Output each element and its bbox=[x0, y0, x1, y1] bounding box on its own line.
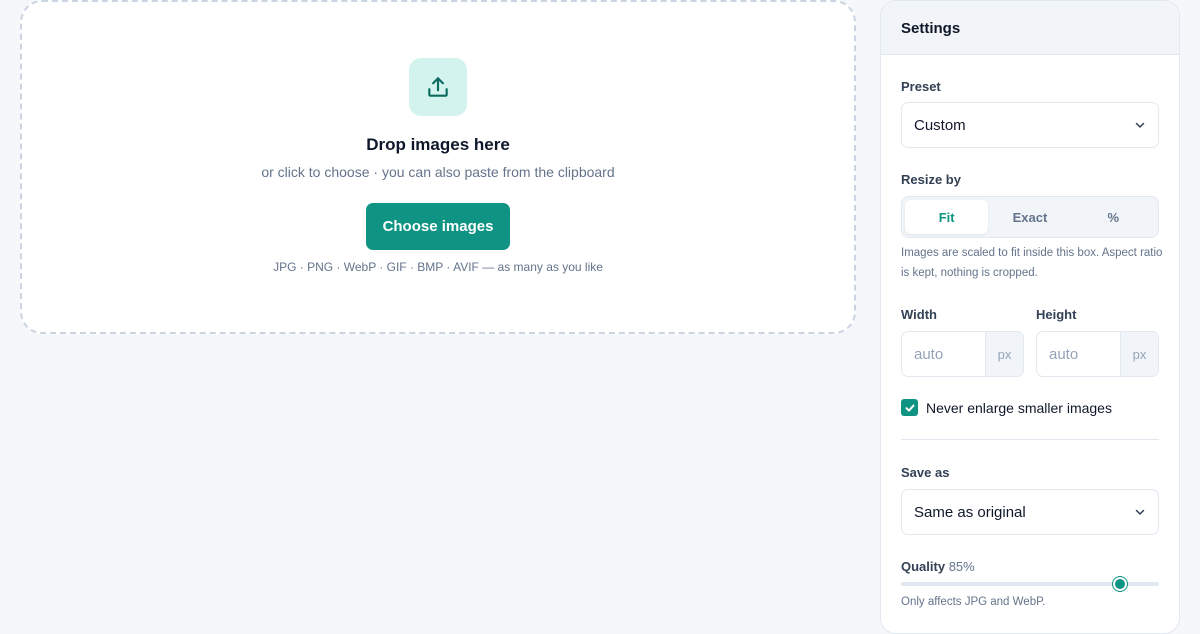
choose-images-button[interactable]: Choose images bbox=[366, 203, 510, 250]
chevron-down-icon bbox=[1134, 506, 1146, 518]
dropzone-title: Drop images here bbox=[366, 135, 510, 154]
checkmark-icon bbox=[905, 404, 914, 412]
never-enlarge-label: Never enlarge smaller images bbox=[926, 399, 1112, 416]
height-input[interactable] bbox=[1037, 332, 1120, 376]
supported-formats: JPG · PNG · WebP · GIF · BMP · AVIF — as… bbox=[273, 260, 603, 274]
settings-panel: Settings Preset Custom Resize by Fit Exa… bbox=[880, 0, 1180, 634]
never-enlarge-checkbox[interactable] bbox=[901, 399, 918, 416]
width-unit: px bbox=[985, 332, 1023, 376]
resize-mode-exact[interactable]: Exact bbox=[988, 200, 1071, 234]
preset-value: Custom bbox=[914, 116, 966, 134]
resize-by-label: Resize by bbox=[901, 172, 961, 187]
divider bbox=[901, 439, 1159, 440]
quality-help-text: Only affects JPG and WebP. bbox=[901, 596, 1046, 608]
resize-mode-fit[interactable]: Fit bbox=[905, 200, 989, 234]
chevron-down-icon bbox=[1134, 119, 1146, 131]
quality-slider-thumb[interactable] bbox=[1113, 577, 1128, 591]
quality-label-text: Quality bbox=[901, 559, 946, 574]
quality-slider-fill bbox=[901, 582, 1121, 586]
image-dropzone[interactable]: Drop images here or click to choose · yo… bbox=[20, 0, 856, 334]
dropzone-subtitle: or click to choose · you can also paste … bbox=[261, 164, 615, 180]
width-label: Width bbox=[901, 307, 937, 322]
save-as-label: Save as bbox=[901, 465, 950, 480]
resize-help-text: Images are scaled to fit inside this box… bbox=[901, 247, 1163, 279]
preset-select[interactable]: Custom bbox=[901, 102, 1159, 148]
width-input[interactable] bbox=[902, 332, 985, 376]
quality-label: Quality 85% bbox=[901, 559, 975, 574]
quality-value: 85% bbox=[948, 559, 975, 574]
settings-title: Settings bbox=[881, 1, 1179, 55]
preset-label: Preset bbox=[901, 79, 941, 94]
save-as-select[interactable]: Same as original bbox=[901, 489, 1159, 535]
height-field: px bbox=[1036, 331, 1159, 377]
never-enlarge-option[interactable]: Never enlarge smaller images bbox=[901, 399, 1112, 416]
height-label: Height bbox=[1036, 307, 1077, 322]
resize-mode-percent[interactable]: % bbox=[1072, 200, 1155, 234]
quality-slider[interactable] bbox=[901, 577, 1159, 591]
save-as-value: Same as original bbox=[914, 503, 1026, 521]
resize-mode-segmented-control: Fit Exact % bbox=[901, 196, 1159, 238]
height-unit: px bbox=[1120, 332, 1158, 376]
upload-icon bbox=[409, 58, 467, 116]
width-field: px bbox=[901, 331, 1024, 377]
